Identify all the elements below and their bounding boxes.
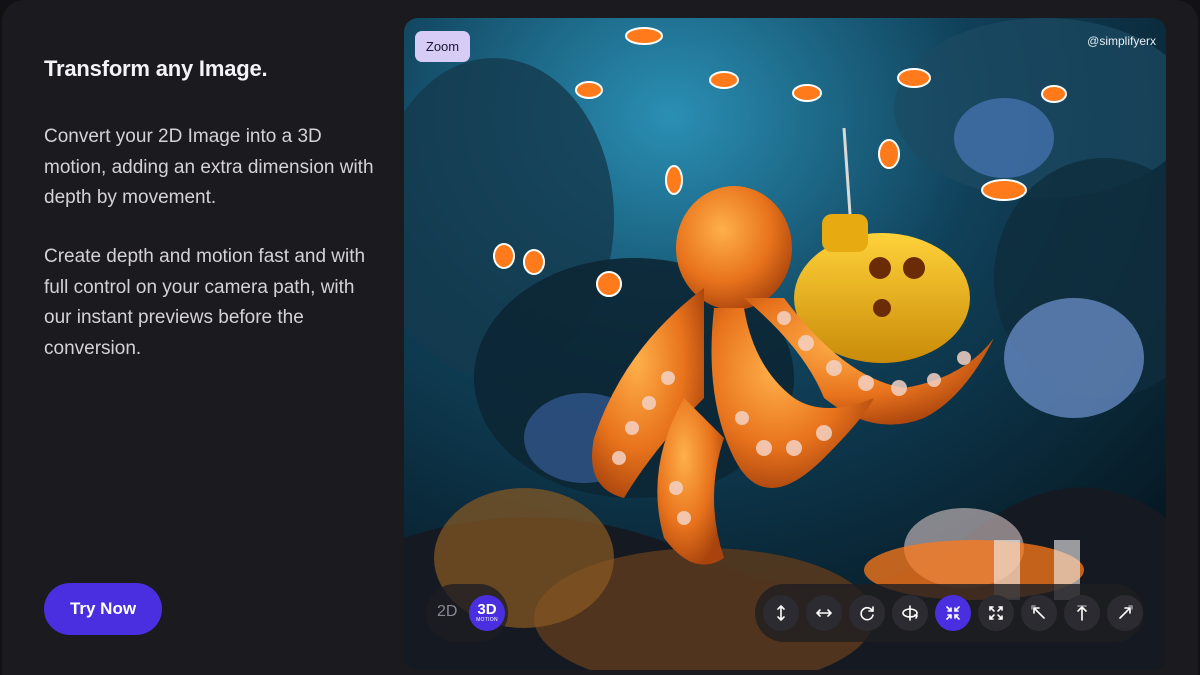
mode-3d-label: 3D [477,601,497,618]
camera-path-toolbar [755,584,1144,642]
arrow-up-button[interactable] [1064,595,1100,631]
zoom-in-button[interactable] [935,595,971,631]
hero-panel: Transform any Image. Convert your 2D Ima… [44,0,374,675]
zoom-out-icon [989,606,1003,620]
mode-toggle: 2D 3D MOTION [426,584,508,642]
octopus-submarine-image [404,18,1166,670]
mode-3d-motion-option[interactable]: 3D MOTION [469,595,505,631]
hero-description: Convert your 2D Image into a 3D motion, … [44,126,374,208]
arrow-up-right-button[interactable] [1107,595,1143,631]
arrow-up-right-icon [1119,605,1133,619]
zoom-out-button[interactable] [978,595,1014,631]
try-now-button[interactable]: Try Now [44,583,162,635]
arrow-up-icon [1077,605,1087,621]
orbit-button[interactable] [892,595,928,631]
zoom-button[interactable]: Zoom [415,31,470,62]
watermark-handle: @simplifyerx [1087,34,1156,48]
horizontal-move-button[interactable] [806,595,842,631]
mode-2d-option[interactable]: 2D [437,603,457,621]
arrow-up-left-button[interactable] [1021,595,1057,631]
vertical-move-icon [777,604,785,622]
arrow-up-left-icon [1031,605,1045,619]
rotate-icon [860,606,874,621]
hero-description-secondary: Create depth and motion fast and with fu… [44,246,366,359]
horizontal-move-icon [815,609,833,617]
orbit-icon [902,605,919,621]
rotate-button[interactable] [849,595,885,631]
mode-3d-caption: MOTION [476,617,498,623]
hero-title: Transform any Image. [44,56,268,81]
zoom-in-icon [946,606,960,620]
image-preview[interactable]: Zoom @simplifyerx 2D 3D MOTION [404,18,1166,670]
vertical-move-button[interactable] [763,595,799,631]
